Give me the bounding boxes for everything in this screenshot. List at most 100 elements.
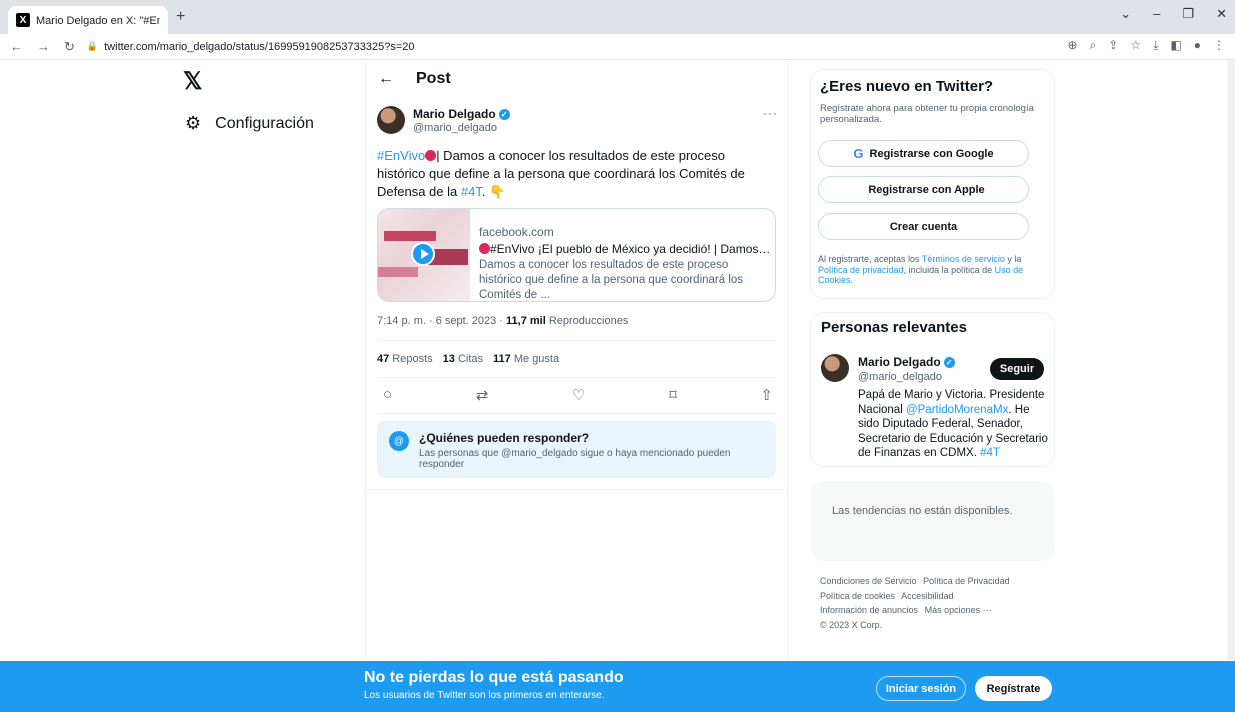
hashtag-link[interactable]: #4T	[461, 184, 482, 199]
follow-button[interactable]: Seguir	[990, 358, 1044, 380]
verified-badge-icon: ✓	[943, 357, 955, 369]
page-title: Post	[416, 70, 451, 87]
login-button[interactable]: Iniciar sesión	[876, 676, 966, 701]
relevant-bio: Papá de Mario y Victoria. Presidente Nac…	[858, 389, 1048, 459]
post-header: ← Post	[378, 70, 451, 88]
bookmark-star-icon[interactable]: ☆	[1130, 38, 1141, 53]
x-logo-icon[interactable]: 𝕏	[183, 67, 202, 96]
divider	[377, 377, 776, 378]
post-actions: ○ ⇄ ♡ ⌑ ⇧	[383, 386, 773, 404]
hashtag-link[interactable]: #4T	[980, 447, 1000, 459]
card-title: #EnVivo ¡El pueblo de México ya decidió!…	[479, 242, 771, 256]
profile-icon[interactable]: ●	[1194, 38, 1201, 53]
relevant-people-title: Personas relevantes	[821, 319, 967, 336]
like-heart-icon[interactable]: ♡	[572, 386, 585, 404]
tweet-text: #EnVivo | Damos a conocer los resultados …	[377, 148, 745, 199]
red-circle-icon	[425, 150, 437, 161]
divider	[377, 340, 776, 341]
card-domain: facebook.com	[479, 225, 554, 239]
signup-terms: Al registrarte, aceptas los Términos de …	[818, 254, 1024, 285]
share-icon[interactable]: ⇧	[760, 386, 773, 404]
menu-dots-icon[interactable]: ⋮	[1213, 38, 1225, 53]
copyright: © 2023 X Corp.	[820, 619, 883, 630]
post-timestamp: 7:14 p. m. · 6 sept. 2023 · 11,7 mil Rep…	[377, 315, 629, 327]
repost-icon[interactable]: ⇄	[476, 386, 489, 404]
mention-link[interactable]: @PartidoMorenaMx	[906, 404, 1008, 416]
tab-title: Mario Delgado en X: "#EnVivo🔴 ×	[36, 14, 160, 27]
avatar[interactable]	[377, 106, 405, 134]
footer-link[interactable]: Condiciones de Servicio	[820, 576, 917, 586]
browser-nav: ← → ↻	[0, 39, 75, 55]
download-icon[interactable]: ⤓	[1153, 38, 1158, 53]
card-thumbnail	[378, 209, 470, 301]
red-circle-icon	[479, 243, 490, 254]
settings-link[interactable]: ⚙ Configuración	[185, 113, 314, 134]
tab-search-icon[interactable]: ⌄	[1120, 6, 1131, 22]
close-window-icon[interactable]: ✕	[1216, 6, 1227, 22]
footer-link[interactable]: Política de cookies	[820, 591, 895, 601]
footer-link[interactable]: Información de anuncios	[820, 605, 918, 615]
google-icon: G	[853, 146, 864, 161]
address-bar[interactable]: 🔒 twitter.com/mario_delgado/status/16995…	[87, 41, 415, 53]
reposts-stat[interactable]: 47 Reposts	[377, 353, 433, 365]
banner-title: No te pierdas lo que está pasando	[364, 669, 624, 686]
reload-icon[interactable]: ↻	[64, 39, 75, 55]
privacy-link[interactable]: Política de privacidad	[818, 265, 904, 275]
side-panel-icon[interactable]: ◧	[1170, 38, 1181, 53]
apple-signup-button[interactable]: Registrarse con Apple	[818, 176, 1029, 203]
back-arrow-icon[interactable]: ←	[378, 70, 394, 88]
back-arrow-icon[interactable]: ←	[10, 39, 23, 55]
create-account-button[interactable]: Crear cuenta	[818, 213, 1029, 240]
relevant-handle[interactable]: @mario_delgado	[858, 371, 942, 383]
signup-description: Regístrate ahora para obtener tu propia …	[820, 103, 1034, 125]
browser-actions: ⊕ ⌕ ⇪ ☆ ⤓ ◧ ● ⋮	[1067, 38, 1225, 53]
post-stats: 47 Reposts 13 Citas 117 Me gusta	[377, 353, 559, 365]
terms-link[interactable]: Términos de servicio	[922, 254, 1005, 264]
reply-box-title: ¿Quiénes pueden responder?	[419, 431, 590, 445]
more-options-link[interactable]: Más opciones ···	[925, 605, 992, 615]
likes-stat[interactable]: 117 Me gusta	[493, 353, 559, 365]
banner-subtitle: Los usuarios de Twitter son los primeros…	[364, 690, 605, 701]
more-options-icon[interactable]: ···	[763, 106, 778, 120]
lock-icon: 🔒	[86, 41, 99, 51]
hashtag-link[interactable]: #EnVivo	[377, 148, 425, 163]
url-text: twitter.com/mario_delgado/status/1699591…	[104, 40, 415, 53]
bookmark-icon[interactable]: ⌑	[669, 386, 677, 404]
settings-label: Configuración	[215, 114, 314, 132]
card-description: Damos a conocer los resultados de este p…	[479, 259, 744, 301]
divider	[365, 489, 788, 490]
forward-arrow-icon[interactable]: →	[37, 39, 50, 55]
zoom-icon[interactable]: ⌕	[1090, 38, 1097, 53]
footer-link[interactable]: Accesibilidad	[901, 591, 954, 601]
footer-link[interactable]: Política de Privacidad	[923, 576, 1010, 586]
share-icon[interactable]: ⇪	[1108, 38, 1118, 53]
window-controls: ⌄ – ❐ ✕	[1120, 6, 1227, 22]
quotes-stat[interactable]: 13 Citas	[443, 353, 483, 365]
play-icon[interactable]	[411, 242, 435, 266]
install-app-icon[interactable]: ⊕	[1067, 38, 1077, 53]
avatar[interactable]	[821, 354, 849, 382]
trends-unavailable-text: Las tendencias no están disponibles.	[832, 505, 1013, 517]
footer-links: Condiciones de Servicio Política de Priv…	[820, 574, 1050, 632]
trends-panel	[810, 481, 1055, 561]
link-card[interactable]: facebook.com #EnVivo ¡El pueblo de Méxic…	[377, 208, 776, 302]
signup-title: ¿Eres nuevo en Twitter?	[820, 78, 994, 95]
relevant-name[interactable]: Mario Delgado ✓	[858, 355, 955, 369]
reply-restriction-box: @ ¿Quiénes pueden responder? Las persona…	[377, 421, 776, 478]
browser-toolbar: ← → ↻ 🔒 twitter.com/mario_delgado/status…	[0, 34, 1235, 60]
browser-tab[interactable]: X Mario Delgado en X: "#EnVivo🔴 ×	[8, 6, 168, 34]
new-tab-button[interactable]: +	[176, 8, 185, 26]
author-name[interactable]: Mario Delgado ✓	[413, 107, 510, 121]
user-at-icon: @	[389, 431, 409, 451]
scrollbar[interactable]	[1227, 60, 1235, 660]
divider	[377, 413, 776, 414]
minimize-icon[interactable]: –	[1153, 6, 1160, 22]
verified-badge-icon: ✓	[498, 109, 510, 121]
google-signup-button[interactable]: G Registrarse con Google	[818, 140, 1029, 167]
maximize-icon[interactable]: ❐	[1182, 6, 1194, 22]
reply-icon[interactable]: ○	[383, 386, 392, 404]
register-button[interactable]: Regístrate	[975, 676, 1052, 701]
x-favicon-icon: X	[16, 13, 30, 27]
author-handle[interactable]: @mario_delgado	[413, 122, 497, 134]
gear-icon: ⚙	[185, 113, 202, 133]
